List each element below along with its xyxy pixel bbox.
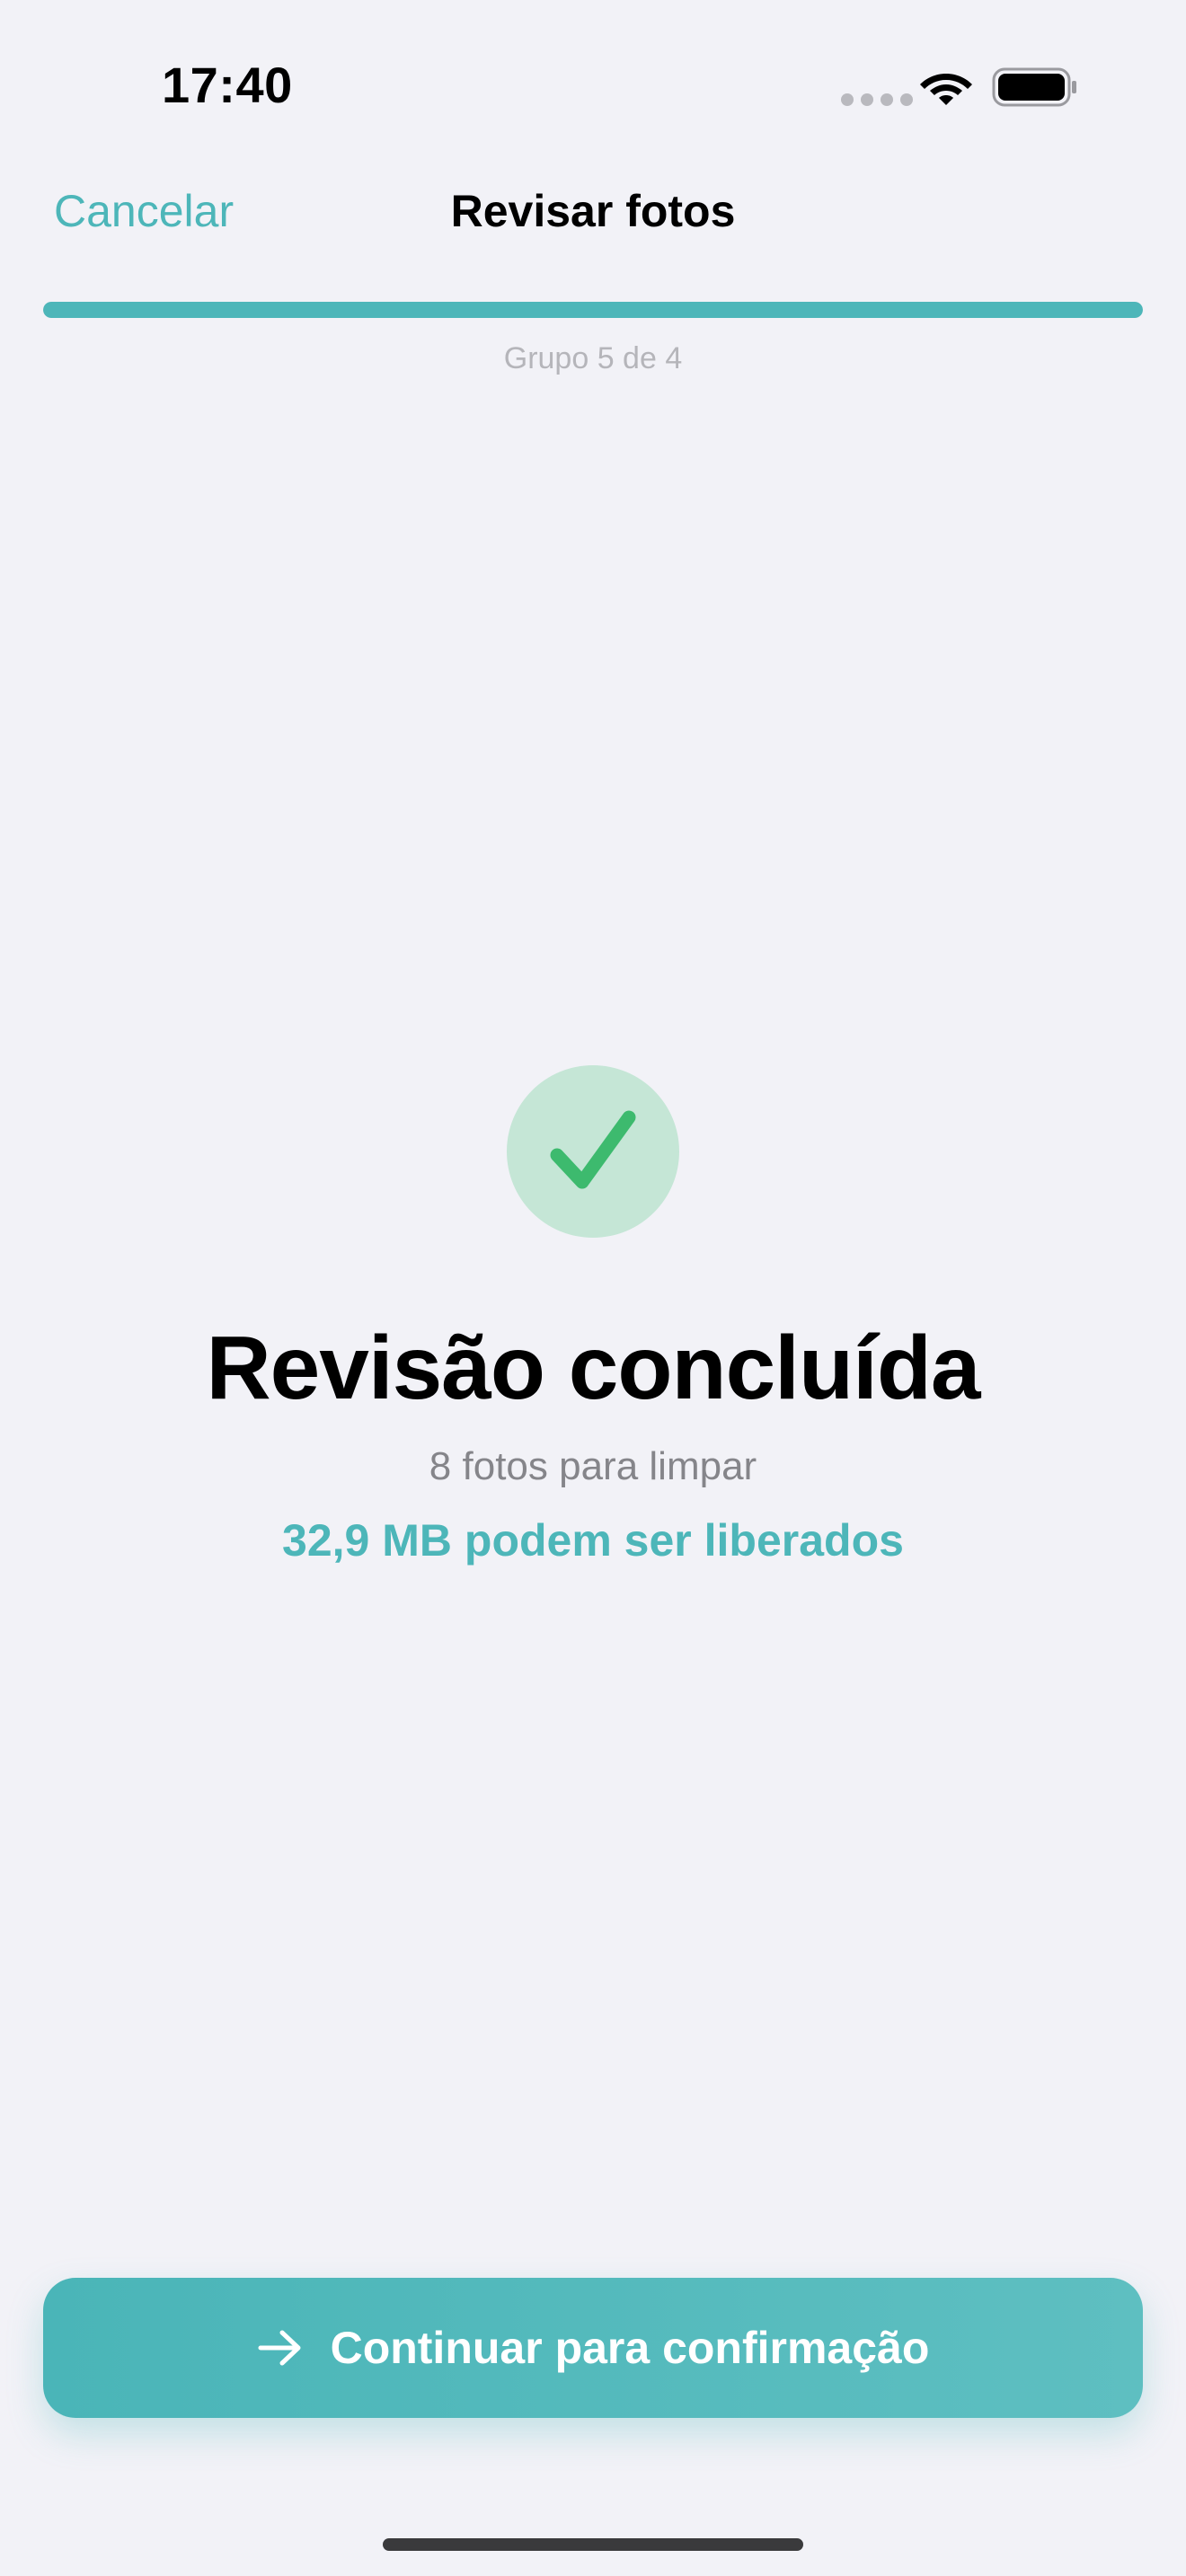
- group-progress-label: Grupo 5 de 4: [503, 341, 683, 375]
- photo-count-text: 8 fotos para limpar: [429, 1444, 757, 1488]
- continue-button-label: Continuar para confirmação: [330, 2323, 930, 2373]
- progress-bar: [43, 302, 1143, 318]
- arrow-right-icon: [258, 2330, 301, 2366]
- review-complete-title: Revisão concluída: [206, 1318, 980, 1418]
- status-time: 17:40: [162, 57, 293, 113]
- wifi-icon: [920, 74, 972, 105]
- signal-dots-icon: [841, 93, 913, 106]
- cancel-button[interactable]: Cancelar: [54, 185, 234, 237]
- progress-fill: [43, 302, 1143, 318]
- battery-icon: [992, 67, 1076, 107]
- navigation-bar: Cancelar Revisar fotos: [0, 171, 1186, 251]
- continue-to-confirmation-button[interactable]: Continuar para confirmação: [43, 2278, 1143, 2418]
- success-badge: [507, 1065, 679, 1238]
- home-indicator[interactable]: [383, 2538, 803, 2551]
- status-bar: 17:40: [0, 0, 1186, 153]
- free-space-text: 32,9 MB podem ser liberados: [282, 1515, 904, 1566]
- checkmark-icon: [550, 1110, 636, 1189]
